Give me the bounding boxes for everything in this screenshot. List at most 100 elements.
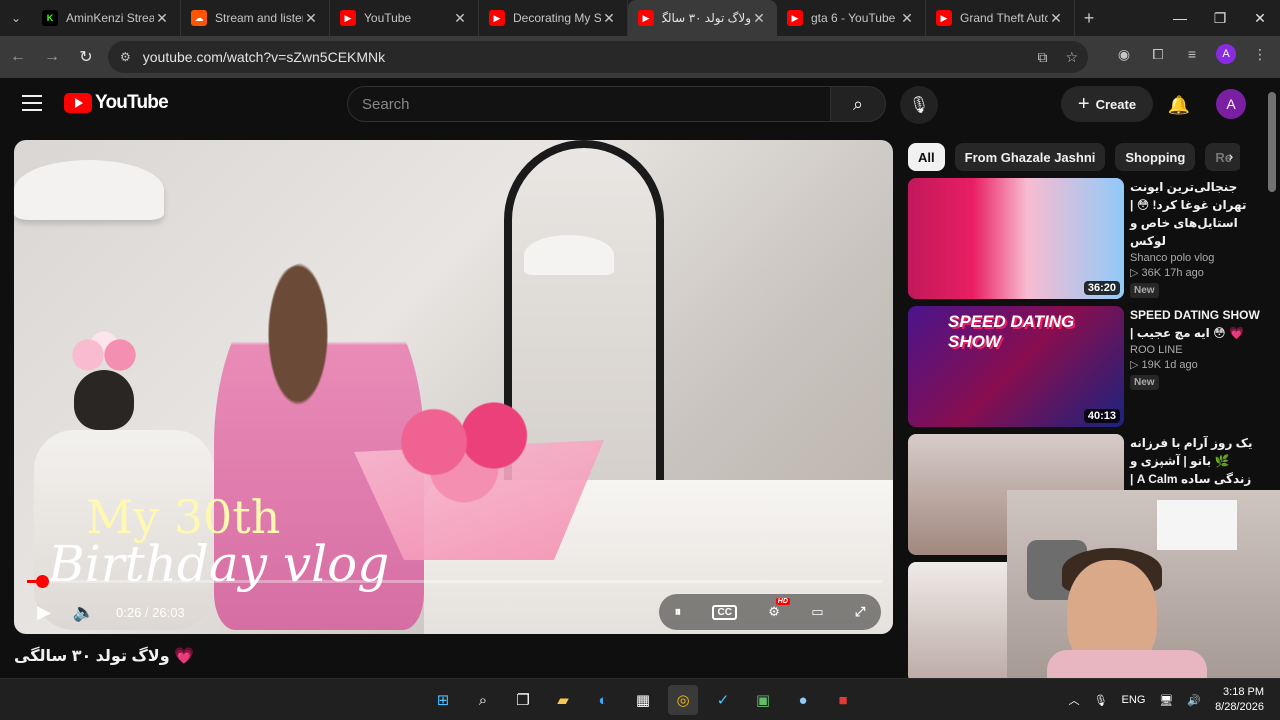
channel-name[interactable]: Shanco polo vlog	[1130, 252, 1260, 264]
volume-icon[interactable]: 🔈	[64, 592, 104, 632]
pause-icon[interactable]: ⏸	[675, 604, 682, 620]
restore-icon[interactable]: ❐	[1200, 0, 1240, 36]
tab-title: Grand Theft Auto	[960, 11, 1048, 25]
tab-6[interactable]: ▶ Grand Theft Auto ✕	[926, 0, 1075, 36]
video-title[interactable]: SPEED DATING SHOW | ایه مچ عجیب 😳 💗	[1130, 306, 1260, 342]
browser-tab-bar: ⌄ K AminKenzi Stream ✕ ☁ Stream and list…	[0, 0, 1280, 36]
video-thumbnail[interactable]: 36:20	[908, 178, 1124, 299]
clock[interactable]: 3:18 PM 8/28/2026	[1215, 685, 1264, 715]
tab-title: ولاگ تولد ۳۰ سالگ	[662, 11, 751, 25]
channel-name[interactable]: ROO LINE	[1130, 344, 1260, 356]
tab-title: YouTube	[364, 11, 412, 25]
tab-1[interactable]: ☁ Stream and listen ✕	[181, 0, 330, 36]
extensions-puzzle-icon[interactable]: ⧠	[1148, 44, 1168, 64]
close-tab-icon[interactable]: ✕	[154, 10, 170, 27]
tab-3[interactable]: ▶ Decorating My Sh ✕	[479, 0, 628, 36]
forward-arrow-icon[interactable]: →	[36, 41, 68, 73]
video-title[interactable]: جنجالی‌ترین ایونت تهران غوغا کرد! 😳 | اس…	[1130, 178, 1260, 250]
tab-title: Stream and listen	[215, 11, 303, 25]
close-tab-icon[interactable]: ✕	[452, 10, 468, 27]
browser-menu-icon[interactable]: ⋮	[1250, 44, 1270, 64]
webcam-overlay	[1007, 490, 1280, 678]
chrome-icon[interactable]: ◎	[668, 685, 698, 715]
close-tab-icon[interactable]: ✕	[601, 10, 617, 27]
profile-avatar[interactable]: A	[1216, 44, 1236, 64]
account-avatar[interactable]: A	[1216, 89, 1246, 119]
video-player[interactable]: My 30th Birthday vlog ▶ 🔈 0:26 / 26:03 ⏸…	[14, 140, 893, 634]
new-badge: New	[1130, 375, 1159, 390]
settings-gear-icon[interactable]: ⚙ HD	[768, 598, 790, 620]
clock-time: 3:18 PM	[1223, 686, 1264, 698]
fullscreen-icon[interactable]: ⤢	[855, 604, 865, 620]
tray-chevron-up-icon[interactable]: ︿	[1069, 692, 1080, 708]
microphone-icon[interactable]: 🎙	[1094, 694, 1108, 707]
create-button[interactable]: + Create	[1061, 86, 1153, 122]
microsoft-store-icon[interactable]: ▦	[628, 685, 658, 715]
url-text: youtube.com/watch?v=sZwn5CEKMNk	[142, 49, 386, 65]
app-globe-icon[interactable]: ●	[788, 685, 818, 715]
youtube-logo-text: YouTube	[95, 92, 169, 113]
youtube-favicon-icon: ▶	[936, 10, 952, 26]
video-title: ولاگ تولد ۳۰ سالگی 💗	[14, 648, 195, 665]
taskbar-apps: ⊞ ⌕ ❐ ▰ ◐ ▦ ◎ ✓ ▣ ● ■	[428, 685, 858, 715]
bookmark-star-icon[interactable]: ☆	[1065, 49, 1078, 66]
webcam-person-shirt	[1047, 650, 1207, 678]
notifications-bell-icon[interactable]: 🔔	[1166, 92, 1192, 118]
reload-icon[interactable]: ↻	[70, 41, 102, 73]
youtube-logo[interactable]: YouTube	[64, 92, 169, 114]
new-tab-plus-icon[interactable]: +	[1075, 8, 1103, 29]
chip-from-channel[interactable]: From Ghazale Jashni	[954, 143, 1106, 171]
file-explorer-icon[interactable]: ▰	[548, 685, 578, 715]
tab-2[interactable]: ▶ YouTube ✕	[330, 0, 479, 36]
close-tab-icon[interactable]: ✕	[303, 10, 319, 27]
speaker-icon[interactable]: 🔊	[1187, 694, 1201, 707]
minimize-icon[interactable]: —	[1160, 0, 1200, 36]
media-queue-icon[interactable]: ≡	[1182, 44, 1202, 64]
tab-search-chevron-icon[interactable]: ⌄	[0, 0, 32, 36]
chip-shopping[interactable]: Shopping	[1115, 143, 1196, 171]
recommended-video[interactable]: SPEED DATING SHOW 40:13 SPEED DATING SHO…	[908, 306, 1268, 428]
video-frame-roses	[374, 390, 574, 520]
progress-bar[interactable]	[27, 575, 882, 588]
search-icon[interactable]: ⌕	[830, 86, 886, 122]
language-indicator[interactable]: ENG	[1122, 694, 1146, 706]
tab-0[interactable]: K AminKenzi Stream ✕	[32, 0, 181, 36]
player-right-controls: ⏸ CC ⚙ HD ▭ ⤢	[659, 594, 881, 630]
app-v-icon[interactable]: ✓	[708, 685, 738, 715]
edge-icon[interactable]: ◐	[588, 685, 618, 715]
dota-icon[interactable]: ■	[828, 685, 858, 715]
close-tab-icon[interactable]: ✕	[1048, 10, 1064, 27]
captions-icon[interactable]: CC	[712, 604, 737, 620]
close-window-icon[interactable]: ✕	[1240, 0, 1280, 36]
app-green-icon[interactable]: ▣	[748, 685, 778, 715]
progress-scrubber[interactable]	[35, 575, 49, 588]
play-icon[interactable]: ▶	[24, 592, 64, 632]
windows-start-icon[interactable]: ⊞	[428, 685, 458, 715]
clock-date: 8/28/2026	[1215, 701, 1264, 713]
page-scrollbar[interactable]	[1268, 92, 1276, 192]
extension-circle-icon[interactable]: ◉	[1114, 44, 1134, 64]
install-app-icon[interactable]: ⧉	[1037, 49, 1047, 66]
close-tab-icon[interactable]: ✕	[899, 10, 915, 27]
youtube-favicon-icon: ▶	[638, 10, 654, 26]
menu-hamburger-icon[interactable]	[22, 95, 42, 111]
tab-title: AminKenzi Stream	[66, 11, 154, 25]
video-thumbnail[interactable]: SPEED DATING SHOW 40:13	[908, 306, 1124, 427]
address-bar[interactable]: ⚙ youtube.com/watch?v=sZwn5CEKMNk ⧉ ☆	[108, 41, 1088, 73]
tab-4-active[interactable]: ▶ ولاگ تولد ۳۰ سالگ ✕	[628, 0, 777, 36]
search-icon[interactable]: ⌕	[468, 685, 498, 715]
theater-mode-icon[interactable]: ▭	[811, 604, 823, 620]
tab-5[interactable]: ▶ gta 6 - YouTube ✕	[777, 0, 926, 36]
close-tab-icon[interactable]: ✕	[751, 10, 767, 27]
back-arrow-icon[interactable]: ←	[2, 41, 34, 73]
network-icon[interactable]: 🖥	[1159, 694, 1173, 707]
voice-search-mic-icon[interactable]: 🎙	[900, 86, 938, 124]
chip-all[interactable]: All	[908, 143, 945, 171]
chevron-right-icon[interactable]: ›	[1218, 143, 1244, 169]
time-display: 0:26 / 26:03	[116, 604, 185, 620]
youtube-favicon-icon: ▶	[489, 10, 505, 26]
task-view-icon[interactable]: ❐	[508, 685, 538, 715]
site-info-icon[interactable]: ⚙	[120, 50, 131, 64]
search-input[interactable]: Search	[347, 86, 831, 122]
recommended-video[interactable]: 36:20 جنجالی‌ترین ایونت تهران غوغا کرد! …	[908, 178, 1268, 300]
